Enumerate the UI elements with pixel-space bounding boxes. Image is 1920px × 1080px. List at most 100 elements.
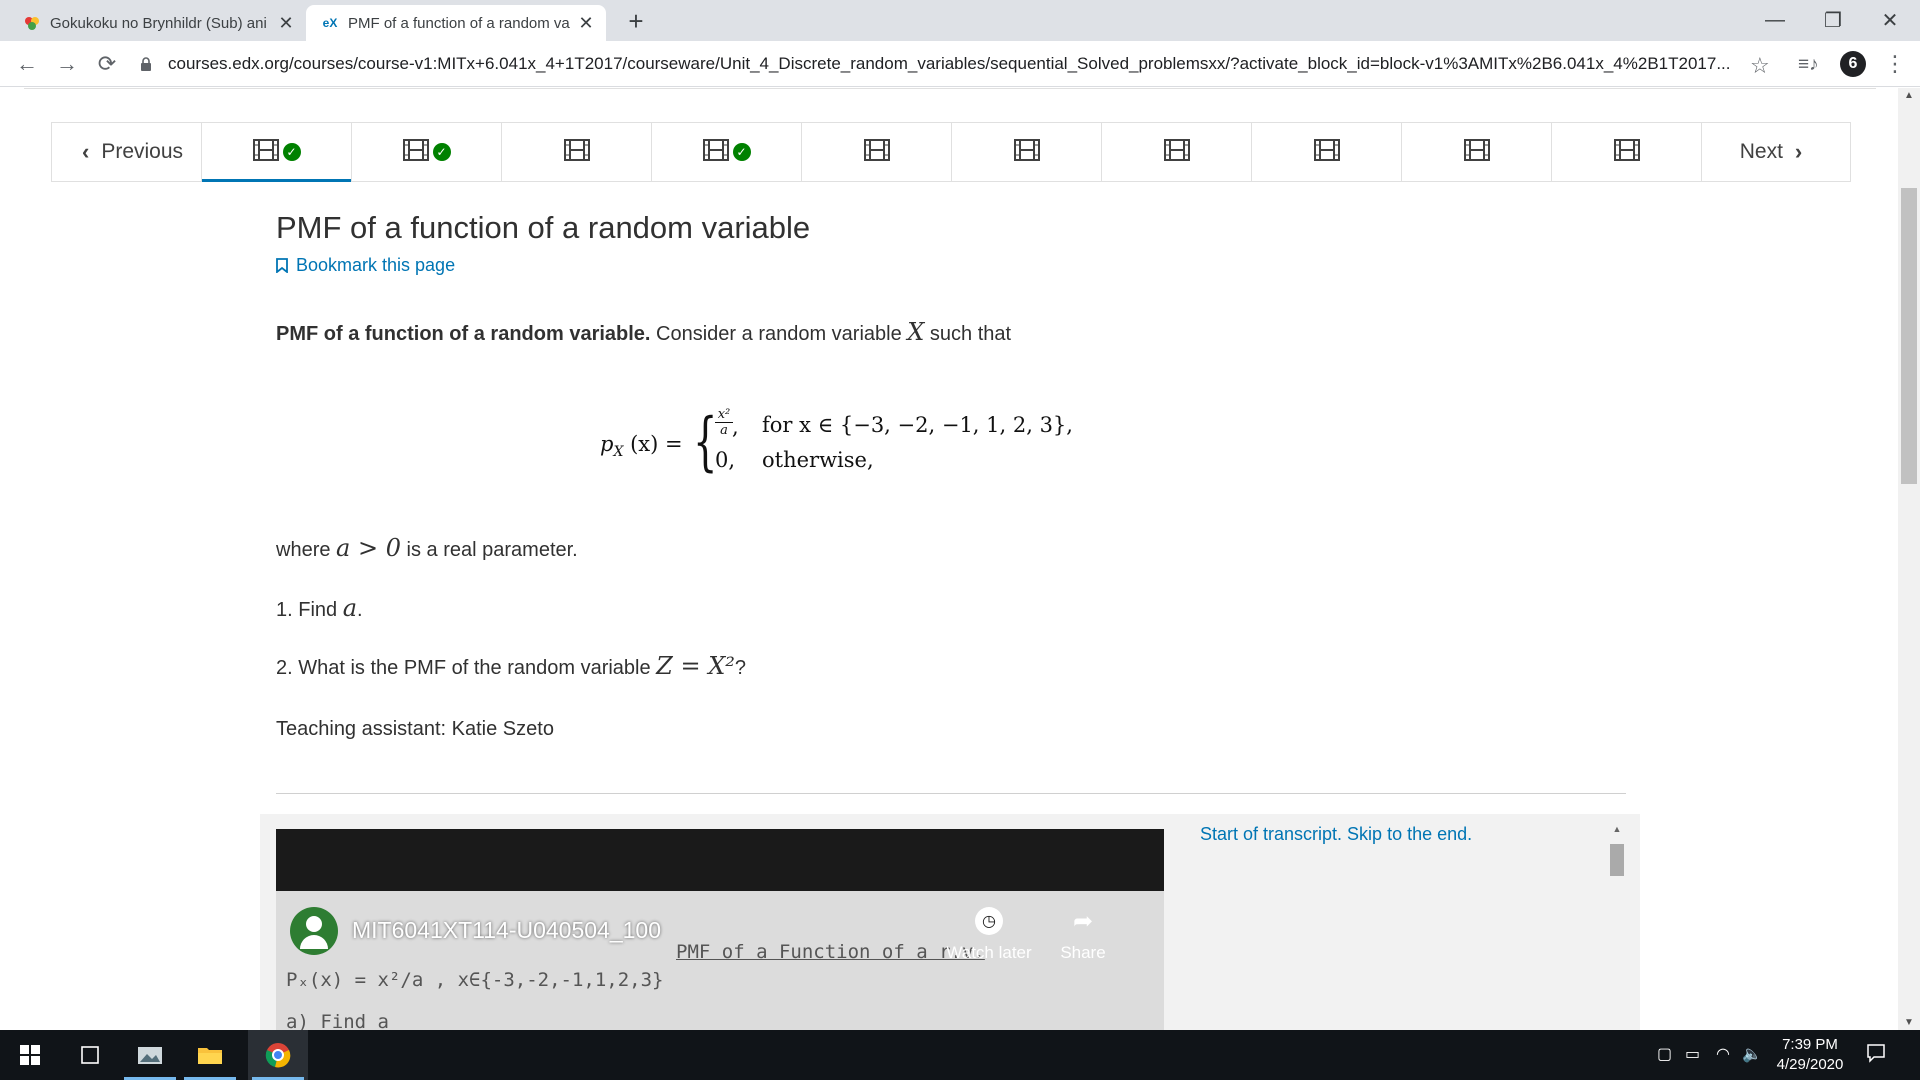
page-scrollbar[interactable]: ▲ ▼ [1898, 88, 1920, 1030]
parameter-math: a > 0 [336, 534, 401, 562]
notification-icon[interactable] [1866, 1043, 1886, 1068]
question-2-math: Z = X² [656, 652, 735, 680]
completed-check-icon: ✓ [432, 143, 451, 161]
completed-check-icon: ✓ [282, 143, 301, 161]
tab-title: PMF of a function of a random va [348, 14, 570, 32]
problem-heading: PMF of a function of a random variable. [276, 323, 651, 345]
scrollbar-thumb[interactable] [1610, 844, 1624, 876]
extension-icon[interactable]: 6 [1840, 51, 1866, 77]
system-clock[interactable]: 7:39 PM 4/29/2020 [1760, 1035, 1860, 1075]
previous-label: Previous [101, 140, 184, 163]
anime-site-favicon-icon [22, 14, 42, 32]
sequence-navigation: ‹ Previous ✓ ✓ ✓ Next › [51, 122, 1851, 182]
formula-case2-condition: otherwise, [762, 448, 874, 472]
unit-tab-3[interactable] [502, 123, 652, 181]
unit-tab-1[interactable]: ✓ [202, 123, 352, 182]
watch-later-button[interactable]: ◷ Watch later [944, 907, 1034, 963]
unit-tab-7[interactable] [1102, 123, 1252, 181]
intro-variable: X [907, 318, 925, 346]
close-window-button[interactable]: ✕ [1860, 0, 1920, 41]
channel-avatar[interactable] [290, 907, 338, 955]
intro-text: Consider a random variable [650, 323, 908, 345]
volume-icon[interactable]: 🔈 [1742, 1044, 1762, 1064]
unit-tab-10[interactable] [1552, 123, 1702, 181]
video-film-icon [402, 138, 429, 166]
unit-tab-8[interactable] [1252, 123, 1402, 181]
question-1: 1. Find a. [276, 594, 363, 622]
formula-case1-fraction: x² a [715, 408, 733, 437]
tab-close-icon[interactable]: ✕ [576, 13, 596, 34]
scrollbar-thumb[interactable] [1901, 188, 1917, 484]
scroll-down-arrow-icon[interactable]: ▼ [1898, 1017, 1920, 1028]
transcript-scrollbar[interactable]: ▲ [1608, 824, 1626, 1030]
unit-tab-4[interactable]: ✓ [652, 123, 802, 181]
unit-tab-9[interactable] [1402, 123, 1552, 181]
formula-comma: , [732, 415, 739, 439]
chevron-right-icon: › [1794, 139, 1803, 164]
unit-tab-6[interactable] [952, 123, 1102, 181]
new-tab-button[interactable]: + [620, 5, 652, 37]
next-label: Next [1739, 140, 1783, 163]
chrome-icon[interactable] [248, 1030, 308, 1080]
problem-intro: PMF of a function of a random variable. … [276, 318, 1626, 346]
chevron-left-icon: ‹ [81, 139, 90, 164]
video-handwriting-question: a) Find a [286, 1011, 389, 1030]
formula-case1-condition: for x ∈ {−3, −2, −1, 1, 2, 3}, [762, 413, 1073, 437]
teaching-assistant: Teaching assistant: Katie Szeto [276, 718, 554, 740]
photos-app-icon[interactable] [120, 1030, 180, 1080]
bookmark-star-icon[interactable]: ☆ [1750, 53, 1770, 79]
windows-taskbar: ▢ ▭ ◠ 🔈 7:39 PM 4/29/2020 [0, 1030, 1920, 1080]
video-film-icon [863, 138, 890, 166]
completed-check-icon: ✓ [732, 143, 751, 161]
transcript-skip-link[interactable]: Start of transcript. Skip to the end. [1200, 824, 1472, 845]
back-arrow-icon[interactable]: ← [12, 49, 42, 79]
scroll-up-arrow-icon[interactable]: ▲ [1608, 824, 1626, 834]
bookmark-button[interactable]: Bookmark this page [276, 255, 455, 276]
video-title[interactable]: MIT6041XT114-U040504_100 [352, 917, 661, 944]
browser-menu-icon[interactable]: ⋮ [1884, 51, 1906, 77]
clock-time: 7:39 PM [1782, 1036, 1838, 1053]
next-button[interactable]: Next › [1702, 123, 1852, 181]
tray-app-icon[interactable]: ▢ [1657, 1044, 1672, 1064]
tab-close-icon[interactable]: ✕ [276, 13, 296, 34]
forward-arrow-icon[interactable]: → [52, 49, 82, 79]
bookmark-label: Bookmark this page [296, 255, 456, 275]
parameter-note: where a > 0 is a real parameter. [276, 534, 578, 562]
formula-case2-value: 0, [715, 448, 736, 472]
edx-favicon-icon: eX [322, 16, 338, 30]
battery-icon[interactable]: ▭ [1685, 1044, 1700, 1064]
bookmark-icon [276, 258, 288, 273]
address-bar[interactable]: courses.edx.org/courses/course-v1:MITx+6… [140, 47, 1780, 81]
share-arrow-icon: ➦ [1072, 908, 1094, 935]
lock-icon [140, 56, 156, 72]
pmf-formula: pX (x) = { x² a , for x ∈ {−3, −2, −1, 1,… [600, 406, 1073, 486]
wifi-icon[interactable]: ◠ [1716, 1044, 1730, 1064]
reload-icon[interactable]: ⟳ [92, 49, 122, 79]
previous-button[interactable]: ‹ Previous [52, 123, 202, 181]
minimize-button[interactable]: — [1745, 0, 1805, 41]
video-film-icon [1463, 138, 1490, 166]
intro-tail: such that [924, 323, 1012, 345]
formula-lhs: pX (x) = [600, 432, 683, 461]
file-explorer-icon[interactable] [180, 1030, 240, 1080]
video-film-icon [1013, 138, 1040, 166]
video-film-icon [1313, 138, 1340, 166]
restore-button[interactable]: ❐ [1803, 0, 1863, 41]
browser-tab-anime[interactable]: Gokukoku no Brynhildr (Sub) ani ✕ [8, 5, 306, 41]
video-film-icon [563, 138, 590, 166]
windows-start-icon[interactable] [0, 1030, 60, 1080]
task-view-icon[interactable] [60, 1030, 120, 1080]
browser-tab-bar: Gokukoku no Brynhildr (Sub) ani ✕ eX PMF… [0, 0, 1920, 41]
scroll-up-arrow-icon[interactable]: ▲ [1898, 90, 1920, 101]
browser-tab-edx[interactable]: eX PMF of a function of a random va ✕ [306, 5, 606, 41]
share-button[interactable]: ➦ Share [1048, 907, 1118, 963]
video-film-icon [1613, 138, 1640, 166]
media-control-icon[interactable]: ≡♪ [1798, 54, 1819, 76]
unit-tab-5[interactable] [802, 123, 952, 181]
video-handwriting-formula: Pₓ(x) = x²/a , x∈{-3,-2,-1,1,2,3} [286, 969, 664, 991]
clock-date: 4/29/2020 [1776, 1056, 1844, 1073]
video-player[interactable]: MIT6041XT114-U040504_100 Pₓ(x) = x²/a , … [276, 829, 1164, 1030]
unit-tab-2[interactable]: ✓ [352, 123, 502, 181]
browser-toolbar: ← → ⟳ courses.edx.org/courses/course-v1:… [0, 41, 1920, 87]
clock-icon: ◷ [975, 907, 1003, 935]
